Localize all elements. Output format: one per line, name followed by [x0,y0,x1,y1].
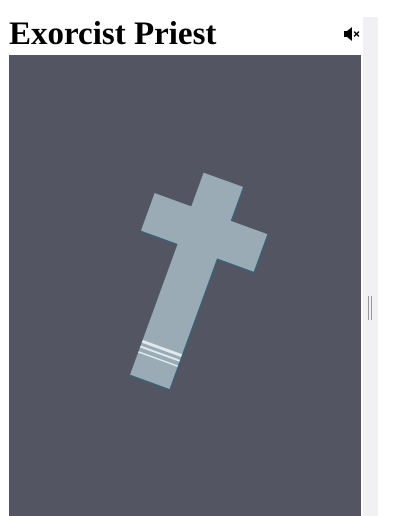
mute-toggle[interactable] [343,23,361,45]
game-header: Exorcist Priest [9,16,361,55]
speaker-muted-icon [344,27,360,41]
game-frame: Exorcist Priest [9,16,361,516]
scrollbar-grip[interactable] [368,296,372,320]
scrollbar[interactable] [363,17,378,516]
game-canvas[interactable] [9,55,361,516]
game-title: Exorcist Priest [9,16,217,52]
scene-svg [9,55,361,516]
